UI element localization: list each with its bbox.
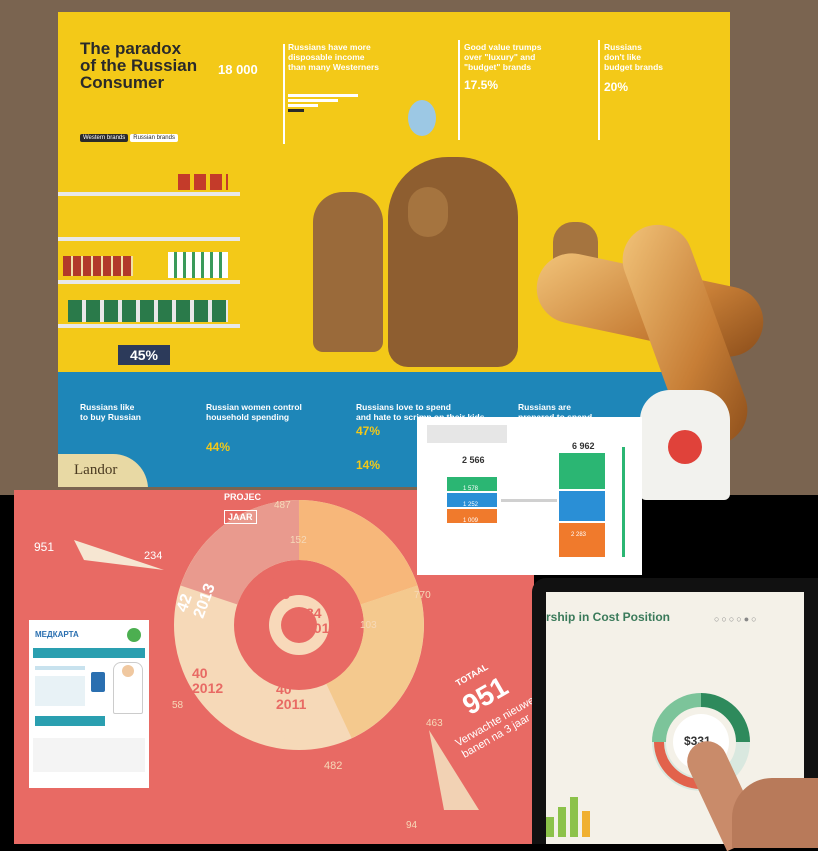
milk-bottle: [640, 390, 730, 500]
spike-label-344: 344: [282, 734, 299, 745]
screen-title: rship in Cost Position: [546, 610, 671, 624]
shelf: [58, 280, 240, 284]
headline-good-value: Good value trumps over "luxury" and "bud…: [464, 42, 542, 72]
stack-box-blue-large: [559, 491, 605, 521]
poster-title: The paradox of the Russian Consumer: [80, 39, 198, 92]
tablet-device: rship in Cost Position ○○○○●○ $331: [532, 578, 818, 851]
card-header: [427, 425, 507, 443]
footer-panel: [33, 738, 145, 772]
ring-label-2010: 34 2010: [306, 605, 338, 636]
shelf: [58, 237, 240, 241]
shelf: [58, 192, 240, 196]
bear-cub: [408, 187, 448, 237]
stacked-boxes-card: 2 566 1 578 1 252 1 009 6 962 2 283: [417, 417, 642, 575]
balloon-icon: [408, 100, 436, 136]
bear-woman: [313, 192, 383, 352]
text-line: [35, 666, 85, 670]
header-bar: [33, 648, 145, 658]
stack-box-green-large: [559, 453, 605, 489]
medkarta-card: МЕДКАРТА: [29, 620, 149, 788]
shelf-products: [178, 174, 228, 190]
shelf: [58, 324, 240, 328]
progress-bar: [35, 716, 105, 726]
stack-box-orange-large: 2 283: [559, 523, 605, 557]
tab-russian-brands: Russian brands: [130, 134, 178, 142]
headline-good-value-number: 17.5%: [464, 78, 499, 92]
brand-tabs: Western brands Russian brands: [80, 134, 178, 142]
bottom-fact-women-value: 44%: [206, 440, 231, 454]
spike-label-58: 58: [172, 700, 184, 711]
spike-label-463: 463: [426, 718, 443, 729]
landor-logo-text: Landor: [74, 462, 118, 478]
left-stack-value: 2 566: [462, 455, 485, 465]
spike-label-487: 487: [274, 500, 291, 511]
info-box: [35, 676, 85, 706]
shelf-percentage: 45%: [118, 345, 170, 365]
shelf-products: [68, 300, 228, 322]
projec-label: PROJEC: [224, 492, 262, 502]
spike-label-482: 482: [324, 760, 343, 772]
pager-dots[interactable]: ○○○○●○: [714, 614, 759, 624]
stat-value: 18 000: [218, 62, 258, 77]
bottom-fact-buy-russian: Russians like to buy Russian: [80, 402, 141, 422]
tablet-icon: [91, 672, 105, 692]
ring-label-2011: 40 2011: [276, 681, 307, 712]
stack-box-orange: 1 009: [447, 509, 497, 524]
scale-bar: [622, 447, 625, 557]
connector-line: [283, 44, 285, 144]
connector: [501, 499, 557, 502]
medkarta-title: МЕДКАРТА: [35, 630, 79, 639]
ring-label-2009: 35 2009: [259, 571, 291, 602]
right-stack-value: 6 962: [572, 441, 595, 451]
spike-label-770: 770: [414, 590, 431, 601]
headline-budget-brands-number: 20%: [604, 80, 629, 94]
jaar-label: JAAR: [224, 510, 257, 524]
spike-label-94: 94: [406, 820, 418, 831]
spike-label-234: 234: [144, 550, 163, 562]
stack-box-blue: 1 252: [447, 493, 497, 508]
bear-father: [388, 157, 518, 367]
connector-line: [598, 40, 600, 140]
stack-box-green: 1 578: [447, 477, 497, 492]
bottom-fact-kids-value-2: 14%: [356, 458, 381, 472]
bottom-fact-kids-value-1: 47%: [356, 424, 381, 438]
doctor-icon: [113, 662, 143, 714]
headline-disposable-income: Russians have more disposable income tha…: [288, 42, 380, 72]
headline-budget-brands: Russians don't like budget brands: [604, 42, 664, 72]
tab-western-brands: Western brands: [80, 134, 129, 142]
shelf-products: [63, 256, 133, 276]
bottom-fact-women-spending: Russian women control household spending: [206, 402, 302, 422]
connector-line: [458, 40, 460, 140]
spike-label-103: 103: [360, 620, 377, 631]
bar-chart: [546, 787, 606, 837]
badge-icon: [127, 628, 141, 642]
spike-label-951: 951: [34, 540, 55, 554]
ring-label-2012: 40 2012: [192, 665, 224, 696]
stat-block: 18 000: [218, 62, 258, 77]
spike-label-152: 152: [290, 535, 307, 546]
shelf-products: [168, 252, 228, 278]
hand-palm: [732, 778, 818, 848]
income-bars: [288, 92, 358, 114]
